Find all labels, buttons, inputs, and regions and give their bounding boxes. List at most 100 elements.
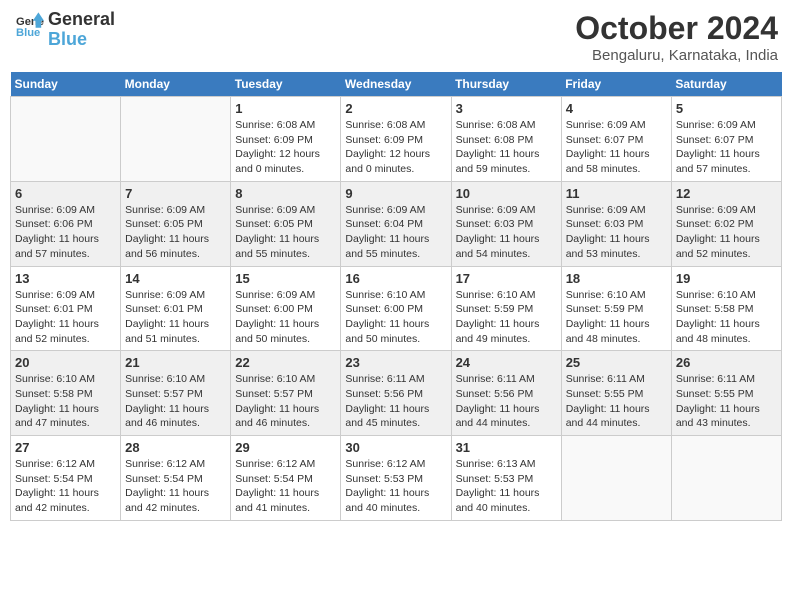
day-info: Sunrise: 6:12 AM Sunset: 5:54 PM Dayligh…	[15, 457, 116, 516]
day-info: Sunrise: 6:10 AM Sunset: 6:00 PM Dayligh…	[345, 288, 446, 347]
calendar-cell: 8Sunrise: 6:09 AM Sunset: 6:05 PM Daylig…	[231, 181, 341, 266]
day-number: 21	[125, 355, 226, 370]
day-number: 20	[15, 355, 116, 370]
day-info: Sunrise: 6:10 AM Sunset: 5:59 PM Dayligh…	[566, 288, 667, 347]
day-info: Sunrise: 6:09 AM Sunset: 6:01 PM Dayligh…	[15, 288, 116, 347]
calendar-cell: 31Sunrise: 6:13 AM Sunset: 5:53 PM Dayli…	[451, 436, 561, 521]
weekday-header-wednesday: Wednesday	[341, 72, 451, 97]
calendar-cell: 11 Sunrise: 6:09 AM Sunset: 6:03 PM Dayli…	[561, 181, 671, 266]
day-number: 22	[235, 355, 336, 370]
day-info: Sunrise: 6:09 AM Sunset: 6:05 PM Dayligh…	[125, 203, 226, 262]
day-info: Sunrise: 6:09 AM Sunset: 6:06 PM Dayligh…	[15, 203, 116, 262]
day-number: 28	[125, 440, 226, 455]
calendar-cell: 30Sunrise: 6:12 AM Sunset: 5:53 PM Dayli…	[341, 436, 451, 521]
calendar-cell: 6 Sunrise: 6:09 AM Sunset: 6:06 PM Daylig…	[11, 181, 121, 266]
day-info: Sunrise: 6:11 AM Sunset: 5:56 PM Dayligh…	[456, 372, 557, 431]
calendar-cell: 7 Sunrise: 6:09 AM Sunset: 6:05 PM Daylig…	[121, 181, 231, 266]
weekday-header-thursday: Thursday	[451, 72, 561, 97]
calendar-table: SundayMondayTuesdayWednesdayThursdayFrid…	[10, 72, 782, 521]
calendar-cell: 13 Sunrise: 6:09 AM Sunset: 6:01 PM Dayli…	[11, 266, 121, 351]
weekday-header-monday: Monday	[121, 72, 231, 97]
day-number: 8	[235, 186, 336, 201]
calendar-cell	[121, 97, 231, 182]
day-info: Sunrise: 6:09 AM Sunset: 6:04 PM Dayligh…	[345, 203, 446, 262]
day-info: Sunrise: 6:11 AM Sunset: 5:56 PM Dayligh…	[345, 372, 446, 431]
day-info: Sunrise: 6:09 AM Sunset: 6:01 PM Dayligh…	[125, 288, 226, 347]
day-info: Sunrise: 6:10 AM Sunset: 5:59 PM Dayligh…	[456, 288, 557, 347]
calendar-cell: 10Sunrise: 6:09 AM Sunset: 6:03 PM Dayli…	[451, 181, 561, 266]
logo-icon: General Blue	[16, 11, 44, 39]
calendar-cell: 5Sunrise: 6:09 AM Sunset: 6:07 PM Daylig…	[671, 97, 781, 182]
day-number: 25	[566, 355, 667, 370]
day-number: 27	[15, 440, 116, 455]
day-number: 4	[566, 101, 667, 116]
day-info: Sunrise: 6:12 AM Sunset: 5:54 PM Dayligh…	[235, 457, 336, 516]
weekday-header-tuesday: Tuesday	[231, 72, 341, 97]
calendar-cell: 28 Sunrise: 6:12 AM Sunset: 5:54 PM Dayli…	[121, 436, 231, 521]
calendar-week-row: 27 Sunrise: 6:12 AM Sunset: 5:54 PM Dayli…	[11, 436, 782, 521]
month-title: October 2024	[575, 10, 778, 47]
day-number: 23	[345, 355, 446, 370]
calendar-cell: 20 Sunrise: 6:10 AM Sunset: 5:58 PM Dayli…	[11, 351, 121, 436]
day-number: 31	[456, 440, 557, 455]
calendar-cell	[671, 436, 781, 521]
page-header: General Blue General Blue October 2024 B…	[10, 10, 782, 64]
day-number: 9	[345, 186, 446, 201]
calendar-cell	[561, 436, 671, 521]
day-info: Sunrise: 6:09 AM Sunset: 6:07 PM Dayligh…	[566, 118, 667, 177]
svg-text:Blue: Blue	[16, 27, 40, 39]
calendar-cell: 19 Sunrise: 6:10 AM Sunset: 5:58 PM Dayli…	[671, 266, 781, 351]
calendar-cell: 17Sunrise: 6:10 AM Sunset: 5:59 PM Dayli…	[451, 266, 561, 351]
day-number: 2	[345, 101, 446, 116]
day-number: 30	[345, 440, 446, 455]
day-number: 11	[566, 186, 667, 201]
day-info: Sunrise: 6:12 AM Sunset: 5:54 PM Dayligh…	[125, 457, 226, 516]
calendar-cell: 23 Sunrise: 6:11 AM Sunset: 5:56 PM Dayli…	[341, 351, 451, 436]
day-info: Sunrise: 6:10 AM Sunset: 5:57 PM Dayligh…	[235, 372, 336, 431]
calendar-cell: 15Sunrise: 6:09 AM Sunset: 6:00 PM Dayli…	[231, 266, 341, 351]
day-info: Sunrise: 6:09 AM Sunset: 6:07 PM Dayligh…	[676, 118, 777, 177]
calendar-cell: 16Sunrise: 6:10 AM Sunset: 6:00 PM Dayli…	[341, 266, 451, 351]
day-number: 7	[125, 186, 226, 201]
day-info: Sunrise: 6:08 AM Sunset: 6:09 PM Dayligh…	[345, 118, 446, 177]
calendar-cell: 2 Sunrise: 6:08 AM Sunset: 6:09 PM Daylig…	[341, 97, 451, 182]
weekday-header-sunday: Sunday	[11, 72, 121, 97]
calendar-cell: 3 Sunrise: 6:08 AM Sunset: 6:08 PM Daylig…	[451, 97, 561, 182]
logo-text-general: General	[48, 10, 115, 30]
day-info: Sunrise: 6:08 AM Sunset: 6:08 PM Dayligh…	[456, 118, 557, 177]
day-number: 10	[456, 186, 557, 201]
calendar-cell: 22 Sunrise: 6:10 AM Sunset: 5:57 PM Dayli…	[231, 351, 341, 436]
day-info: Sunrise: 6:08 AM Sunset: 6:09 PM Dayligh…	[235, 118, 336, 177]
day-info: Sunrise: 6:09 AM Sunset: 6:00 PM Dayligh…	[235, 288, 336, 347]
day-info: Sunrise: 6:11 AM Sunset: 5:55 PM Dayligh…	[566, 372, 667, 431]
calendar-cell: 9 Sunrise: 6:09 AM Sunset: 6:04 PM Daylig…	[341, 181, 451, 266]
day-number: 29	[235, 440, 336, 455]
logo-text-blue: Blue	[48, 30, 115, 50]
day-info: Sunrise: 6:10 AM Sunset: 5:58 PM Dayligh…	[676, 288, 777, 347]
day-number: 13	[15, 271, 116, 286]
day-info: Sunrise: 6:09 AM Sunset: 6:02 PM Dayligh…	[676, 203, 777, 262]
calendar-week-row: 1 Sunrise: 6:08 AM Sunset: 6:09 PM Daylig…	[11, 97, 782, 182]
calendar-cell: 12 Sunrise: 6:09 AM Sunset: 6:02 PM Dayli…	[671, 181, 781, 266]
calendar-week-row: 13 Sunrise: 6:09 AM Sunset: 6:01 PM Dayli…	[11, 266, 782, 351]
day-info: Sunrise: 6:09 AM Sunset: 6:03 PM Dayligh…	[566, 203, 667, 262]
day-number: 6	[15, 186, 116, 201]
day-number: 3	[456, 101, 557, 116]
logo: General Blue General Blue	[14, 10, 115, 50]
day-number: 12	[676, 186, 777, 201]
calendar-cell	[11, 97, 121, 182]
calendar-cell: 26Sunrise: 6:11 AM Sunset: 5:55 PM Dayli…	[671, 351, 781, 436]
title-section: October 2024 Bengaluru, Karnataka, India	[575, 10, 778, 64]
day-number: 14	[125, 271, 226, 286]
calendar-week-row: 6 Sunrise: 6:09 AM Sunset: 6:06 PM Daylig…	[11, 181, 782, 266]
calendar-cell: 4 Sunrise: 6:09 AM Sunset: 6:07 PM Daylig…	[561, 97, 671, 182]
calendar-cell: 27 Sunrise: 6:12 AM Sunset: 5:54 PM Dayli…	[11, 436, 121, 521]
calendar-cell: 24 Sunrise: 6:11 AM Sunset: 5:56 PM Dayli…	[451, 351, 561, 436]
day-info: Sunrise: 6:10 AM Sunset: 5:58 PM Dayligh…	[15, 372, 116, 431]
calendar-cell: 18Sunrise: 6:10 AM Sunset: 5:59 PM Dayli…	[561, 266, 671, 351]
calendar-week-row: 20 Sunrise: 6:10 AM Sunset: 5:58 PM Dayli…	[11, 351, 782, 436]
day-number: 1	[235, 101, 336, 116]
day-number: 19	[676, 271, 777, 286]
calendar-header-row: SundayMondayTuesdayWednesdayThursdayFrid…	[11, 72, 782, 97]
day-number: 24	[456, 355, 557, 370]
